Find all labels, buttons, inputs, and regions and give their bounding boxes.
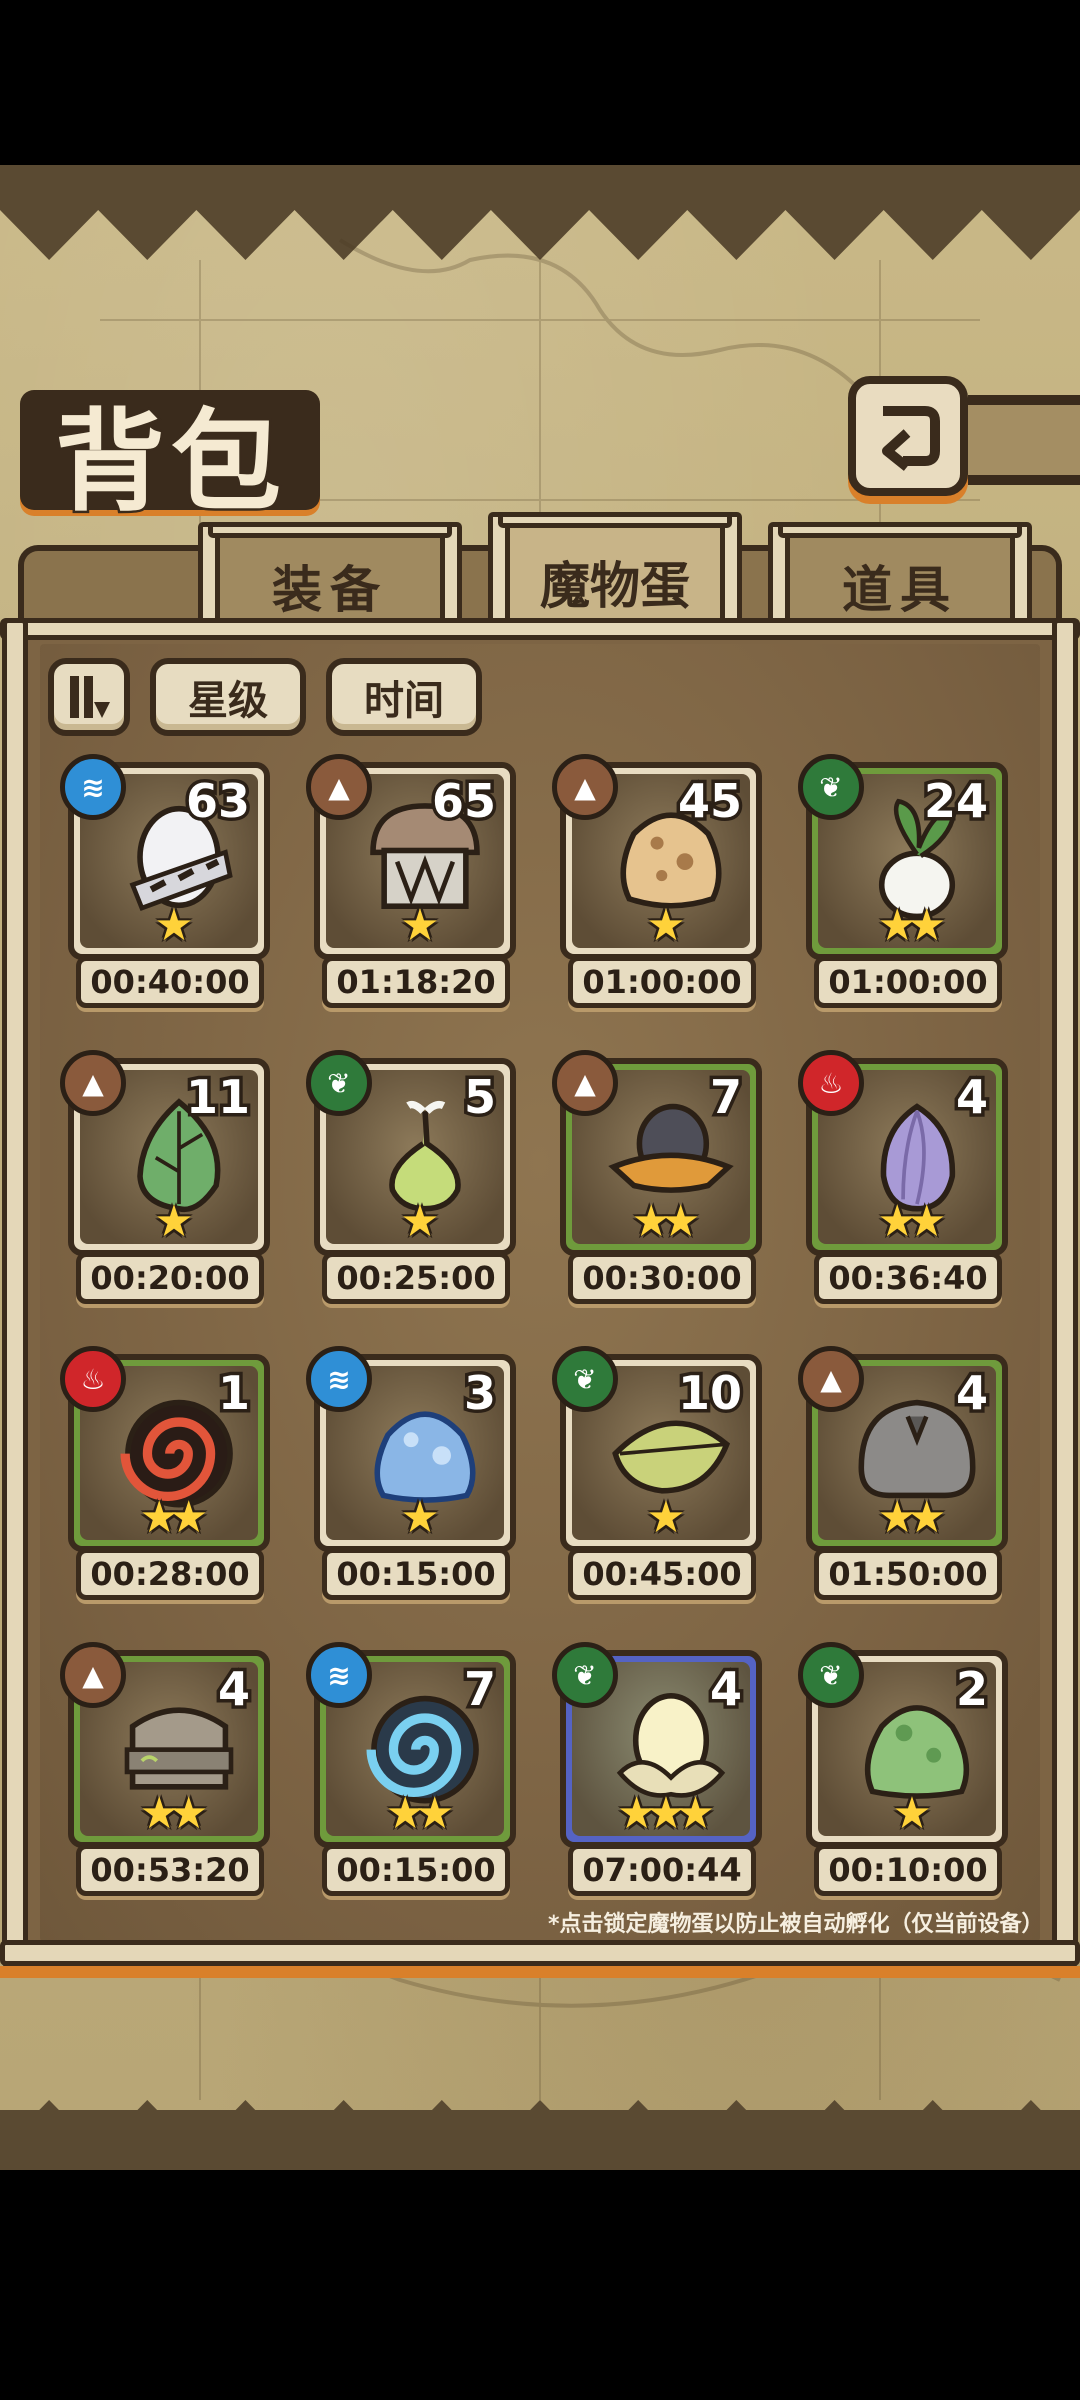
egg-count: 1 (214, 1363, 253, 1424)
grass-element-icon: ❦ (798, 1642, 864, 1708)
hatch-timer: 00:40:00 (76, 956, 264, 1008)
earth-element-icon: ▲ (60, 1050, 126, 1116)
egg-card[interactable]: ❦ 24 ★★ (798, 754, 1008, 960)
panel-orange-trim (0, 1966, 1080, 1978)
star-rating-icon: ★ (646, 900, 685, 951)
hatch-timer: 00:36:40 (814, 1252, 1002, 1304)
egg-count: 4 (706, 1659, 745, 1720)
fire-element-icon: ♨ (60, 1346, 126, 1412)
egg-count: 4 (952, 1067, 991, 1128)
egg-card[interactable]: ❦ 4 ★★★ (552, 1642, 762, 1848)
hatch-timer: 00:45:00 (568, 1548, 756, 1600)
star-rating-icon: ★★★ (616, 1788, 715, 1839)
hatch-timer: 00:20:00 (76, 1252, 264, 1304)
egg-card[interactable]: ▲ 7 ★★ (552, 1050, 762, 1256)
grass-element-icon: ❦ (306, 1050, 372, 1116)
egg-count: 4 (952, 1363, 991, 1424)
earth-element-icon: ▲ (552, 1050, 618, 1116)
earth-element-icon: ▲ (798, 1346, 864, 1412)
star-rating-icon: ★★ (631, 1196, 701, 1247)
earth-element-icon: ▲ (552, 754, 618, 820)
egg-count: 10 (674, 1363, 745, 1424)
egg-card[interactable]: ❦ 10 ★ (552, 1346, 762, 1552)
egg-count: 63 (182, 771, 253, 832)
star-rating-icon: ★★ (139, 1788, 209, 1839)
star-rating-icon: ★★ (877, 1492, 947, 1543)
egg-card[interactable]: ❦ 2 ★ (798, 1642, 1008, 1848)
egg-card[interactable]: ▲ 11 ★ (60, 1050, 270, 1256)
grass-element-icon: ❦ (798, 754, 864, 820)
lock-hint-text: *点击锁定魔物蛋以防止被自动孵化（仅当前设备） (548, 1912, 1044, 1937)
hatch-timer: 07:00:44 (568, 1844, 756, 1896)
earth-element-icon: ▲ (306, 754, 372, 820)
egg-count: 65 (428, 771, 499, 832)
grass-element-icon: ❦ (552, 1346, 618, 1412)
hatch-timer: 00:53:20 (76, 1844, 264, 1896)
egg-count: 24 (920, 771, 991, 832)
egg-count: 7 (706, 1067, 745, 1128)
water-element-icon: ≋ (60, 754, 126, 820)
fire-element-icon: ♨ (798, 1050, 864, 1116)
hatch-timer: 00:15:00 (322, 1548, 510, 1600)
star-rating-icon: ★ (400, 900, 439, 951)
egg-card[interactable]: ▲ 4 ★★ (60, 1642, 270, 1848)
hatch-timer: 01:00:00 (568, 956, 756, 1008)
egg-count: 5 (460, 1067, 499, 1128)
star-rating-icon: ★ (646, 1492, 685, 1543)
hatch-timer: 00:30:00 (568, 1252, 756, 1304)
egg-count: 3 (460, 1363, 499, 1424)
star-rating-icon: ★★ (877, 900, 947, 951)
hatch-timer: 00:28:00 (76, 1548, 264, 1600)
egg-card[interactable]: ♨ 4 ★★ (798, 1050, 1008, 1256)
water-element-icon: ≋ (306, 1346, 372, 1412)
egg-count: 7 (460, 1659, 499, 1720)
star-rating-icon: ★★ (385, 1788, 455, 1839)
egg-card[interactable]: ❦ 5 ★ (306, 1050, 516, 1256)
earth-element-icon: ▲ (60, 1642, 126, 1708)
egg-card[interactable]: ≋ 63 ★ (60, 754, 270, 960)
star-rating-icon: ★ (154, 1196, 193, 1247)
egg-card[interactable]: ▲ 4 ★★ (798, 1346, 1008, 1552)
egg-count: 4 (214, 1659, 253, 1720)
egg-count: 45 (674, 771, 745, 832)
egg-card[interactable]: ♨ 1 ★★ (60, 1346, 270, 1552)
star-rating-icon: ★ (892, 1788, 931, 1839)
hatch-timer: 01:18:20 (322, 956, 510, 1008)
water-element-icon: ≋ (306, 1642, 372, 1708)
grass-element-icon: ❦ (552, 1642, 618, 1708)
hatch-timer: 00:25:00 (322, 1252, 510, 1304)
star-rating-icon: ★ (400, 1196, 439, 1247)
panel-rail-bottom (0, 1940, 1080, 1966)
star-rating-icon: ★★ (139, 1492, 209, 1543)
star-rating-icon: ★ (154, 900, 193, 951)
egg-card[interactable]: ▲ 45 ★ (552, 754, 762, 960)
star-rating-icon: ★★ (877, 1196, 947, 1247)
hatch-timer: 01:00:00 (814, 956, 1002, 1008)
egg-card[interactable]: ≋ 7 ★★ (306, 1642, 516, 1848)
star-rating-icon: ★ (400, 1492, 439, 1543)
game-screen: 背包 装备 魔物蛋 道具 星级 时间 ≋ 63 ★ 00:40:00 ▲ 65 … (0, 0, 1080, 2400)
egg-card[interactable]: ≋ 3 ★ (306, 1346, 516, 1552)
hatch-timer: 00:10:00 (814, 1844, 1002, 1896)
egg-grid: ≋ 63 ★ 00:40:00 ▲ 65 ★ 01:18:20 ▲ 45 ★ 01:00:00 ❦ 24 ★… (0, 0, 1080, 2400)
egg-count: 2 (952, 1659, 991, 1720)
hatch-timer: 00:15:00 (322, 1844, 510, 1896)
hatch-timer: 01:50:00 (814, 1548, 1002, 1600)
egg-card[interactable]: ▲ 65 ★ (306, 754, 516, 960)
egg-count: 11 (182, 1067, 253, 1128)
